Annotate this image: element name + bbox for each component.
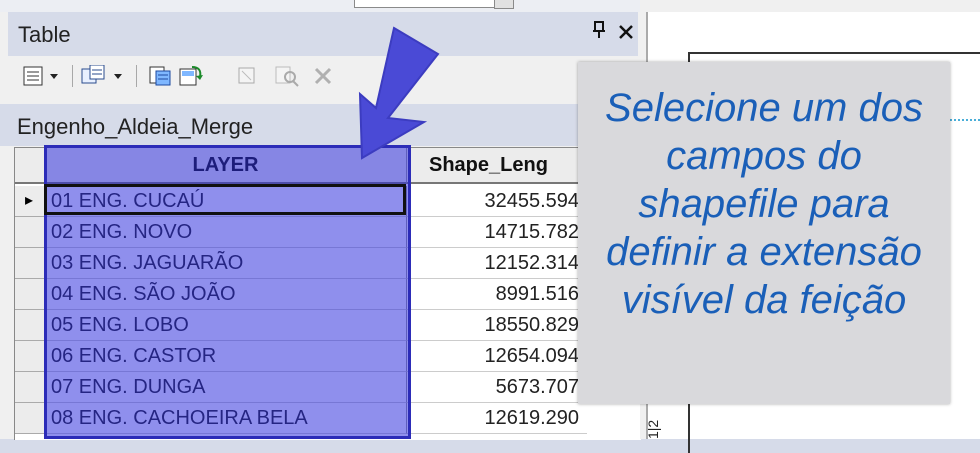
table-cell-shape-leng[interactable]: 5673.707 — [407, 372, 587, 403]
column-header-shape-leng[interactable]: Shape_Leng — [407, 148, 587, 184]
table-cell-layer[interactable]: 06 ENG. CASTOR — [45, 341, 407, 372]
row-selector[interactable] — [15, 310, 45, 341]
table-cell-layer[interactable]: 01 ENG. CUCAÚ — [45, 186, 407, 217]
select-by-attributes-icon[interactable] — [148, 65, 174, 87]
row-selector[interactable] — [15, 248, 45, 279]
row-selector[interactable] — [15, 279, 45, 310]
table-cell-shape-leng[interactable]: 14715.782 — [407, 217, 587, 248]
zoom-to-selected-icon[interactable] — [274, 65, 300, 87]
row-header-corner — [15, 148, 45, 184]
table-cell-shape-leng[interactable]: 8991.516 — [407, 279, 587, 310]
clear-selection-icon[interactable] — [236, 65, 258, 87]
related-tables-icon[interactable] — [80, 65, 128, 87]
row-selector[interactable]: ▸ — [15, 186, 45, 217]
pin-icon[interactable] — [592, 21, 606, 45]
instruction-line: shapefile para — [638, 182, 890, 226]
table-cell-layer[interactable]: 03 ENG. JAGUARÃO — [45, 248, 407, 279]
table-cell-shape-leng[interactable]: 18550.829 — [407, 310, 587, 341]
table-titlebar: Table — [8, 12, 638, 56]
scale-combo[interactable] — [354, 0, 496, 8]
table-cell-shape-leng[interactable]: 12619.290 — [407, 403, 587, 434]
layer-name: Engenho_Aldeia_Merge — [17, 114, 254, 139]
table-cell-layer[interactable]: 05 ENG. LOBO — [45, 310, 407, 341]
instruction-callout: Selecione um dos campos do shapefile para d… — [578, 62, 950, 404]
instruction-line: campos do — [666, 134, 862, 178]
column-header-layer[interactable]: LAYER — [45, 148, 407, 184]
table-toolbar — [8, 57, 638, 97]
table-cell-shape-leng[interactable]: 32455.594 — [407, 186, 587, 217]
scale-combo-dropdown[interactable] — [494, 0, 514, 9]
table-cell-layer[interactable]: 07 ENG. DUNGA — [45, 372, 407, 403]
instruction-text: Selecione um dos campos do shapefile para d… — [578, 84, 950, 324]
table-cell-layer[interactable]: 08 ENG. CACHOEIRA BELA — [45, 403, 407, 434]
switch-selection-icon[interactable] — [178, 65, 204, 87]
row-selector[interactable] — [15, 341, 45, 372]
table-cell-shape-leng[interactable]: 12152.314 — [407, 248, 587, 279]
table-cell-layer[interactable]: 04 ENG. SÃO JOÃO — [45, 279, 407, 310]
attribute-table: LAYER Shape_Leng ▸ 01 ENG. CUCAÚ 32455.594… — [14, 147, 641, 440]
row-selector[interactable] — [15, 372, 45, 403]
layer-tab[interactable]: Engenho_Aldeia_Merge — [0, 104, 640, 146]
table-options-icon[interactable] — [22, 65, 62, 87]
row-selector[interactable] — [15, 217, 45, 248]
table-cell-shape-leng[interactable]: 12654.094 — [407, 341, 587, 372]
row-selector[interactable] — [15, 403, 45, 434]
window-title: Table — [18, 22, 71, 47]
close-icon[interactable] — [618, 20, 634, 46]
instruction-line: definir a extensão — [606, 230, 922, 274]
table-cell-layer[interactable]: 02 ENG. NOVO — [45, 217, 407, 248]
instruction-line: visível da feição — [621, 278, 907, 322]
delete-selected-icon[interactable] — [312, 65, 334, 87]
instruction-line: Selecione um dos — [605, 86, 923, 130]
